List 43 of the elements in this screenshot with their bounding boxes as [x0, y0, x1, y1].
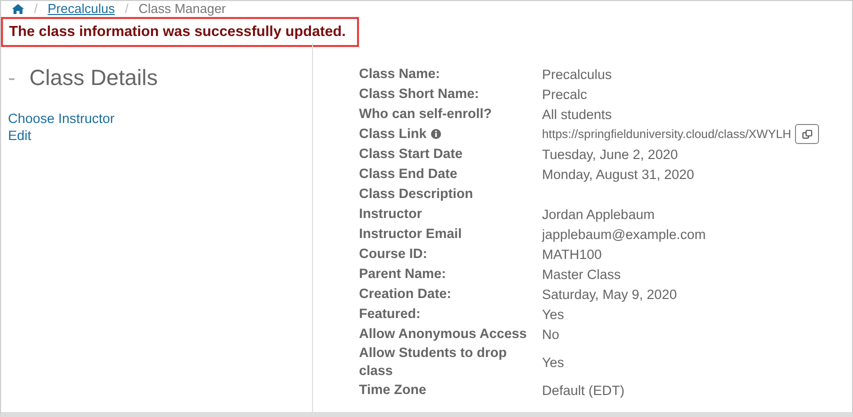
- breadcrumb-separator: /: [34, 1, 38, 17]
- field-label: Course ID:: [359, 245, 428, 263]
- field-label: Who can self-enroll?: [359, 105, 492, 123]
- breadcrumb-link[interactable]: Precalculus: [48, 1, 115, 17]
- field-label: Class Description: [359, 185, 474, 203]
- sidebar-link[interactable]: Choose Instructor: [8, 110, 115, 127]
- field-value: MATH100: [542, 246, 602, 262]
- info-icon[interactable]: [430, 129, 441, 139]
- field-value: https://springfielduniversity.cloud/class/XWYLH: [542, 127, 792, 141]
- field-value: Default (EDT): [542, 382, 625, 398]
- field-label: Instructor Email: [359, 225, 462, 243]
- field-label: Class End Date: [359, 165, 458, 183]
- field-label: Class Start Date: [359, 145, 463, 163]
- field-value: Jordan Applebaum: [542, 206, 655, 222]
- field-label: Time Zone: [359, 381, 426, 399]
- field-label: Class Link: [359, 125, 427, 143]
- success-alert: The class information was successfully updated.: [1, 17, 359, 47]
- field-label: Instructor: [359, 205, 422, 223]
- field-value: Tuesday, June 2, 2020: [542, 146, 678, 162]
- section-title: Class Details: [29, 65, 158, 91]
- field-value: Precalc: [542, 86, 588, 102]
- field-value: Yes: [542, 354, 564, 370]
- field-label: Creation Date:: [359, 285, 452, 303]
- field-value: No: [542, 326, 560, 342]
- field-label: Class Name:: [359, 65, 440, 83]
- breadcrumb-separator: /: [124, 1, 128, 17]
- field-value: Saturday, May 9, 2020: [542, 286, 677, 302]
- field-value: Yes: [542, 306, 564, 322]
- sidebar-link[interactable]: Edit: [8, 127, 32, 144]
- field-label: Allow Anonymous Access: [359, 325, 527, 343]
- field-label: Parent Name:: [359, 265, 446, 283]
- field-label: Class Short Name:: [359, 85, 480, 103]
- breadcrumb-current: Class Manager: [138, 1, 226, 17]
- copy-icon: [802, 128, 813, 140]
- field-label: Featured:: [359, 305, 421, 323]
- field-value: Monday, August 31, 2020: [542, 166, 694, 182]
- copy-button[interactable]: [795, 124, 820, 144]
- home-icon[interactable]: [12, 4, 24, 14]
- field-value: All students: [542, 106, 612, 122]
- field-value: Master Class: [542, 266, 621, 282]
- field-value: Precalculus: [542, 66, 612, 82]
- field-value: japplebaum@example.com: [542, 226, 706, 242]
- field-label: Allow Students to drop class: [359, 344, 508, 380]
